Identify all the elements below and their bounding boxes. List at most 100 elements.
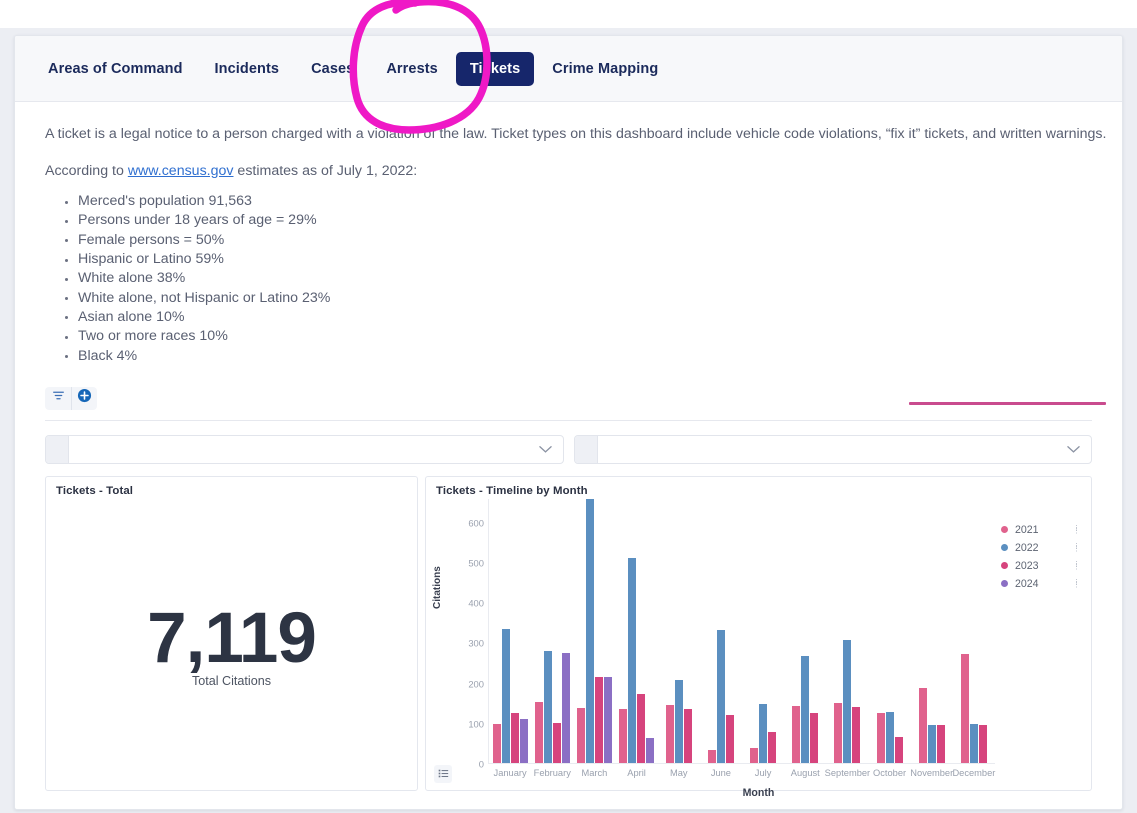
bar-2024-april[interactable] — [646, 738, 655, 763]
tab-incidents[interactable]: Incidents — [201, 52, 294, 86]
bar-group — [954, 499, 994, 763]
bar-2022-january[interactable] — [501, 629, 510, 763]
widget-title-timeline: Tickets - Timeline by Month — [436, 484, 588, 497]
intro-paragraph: A ticket is a legal notice to a person c… — [45, 126, 1107, 142]
bar-2023-october[interactable] — [894, 736, 903, 763]
x-tick-label: November — [910, 767, 954, 778]
bar-2022-july[interactable] — [759, 704, 768, 763]
bar-2022-march[interactable] — [585, 499, 594, 763]
bar-2022-october[interactable] — [885, 712, 894, 763]
bar-2023-june[interactable] — [725, 715, 734, 763]
tab-arrests[interactable]: Arrests — [372, 52, 451, 86]
bar-group — [827, 499, 867, 763]
bar-2023-november[interactable] — [936, 724, 945, 763]
y-tick-label: 300 — [468, 637, 484, 649]
plot-area: January February March April May June July Augu… — [488, 498, 995, 778]
filter-icon — [52, 389, 65, 407]
bar-2022-june[interactable] — [716, 630, 725, 763]
bar-group — [659, 499, 699, 763]
drag-handle-icon[interactable]: ⋮ ⋮ — [1073, 525, 1080, 535]
bar-2021-february[interactable] — [534, 701, 543, 763]
list-view-icon[interactable] — [434, 764, 452, 783]
bar-chart: Citations 0 100 200 300 400 500 600 January Feb… — [426, 498, 1091, 799]
y-tick-label: 600 — [468, 517, 484, 529]
tab-areas-of-command[interactable]: Areas of Command — [34, 52, 197, 86]
bar-2023-july[interactable] — [768, 731, 777, 763]
tab-bar: Areas of Command Incidents Cases Arrests Tic… — [15, 36, 1122, 102]
bar-2021-april[interactable] — [619, 708, 628, 763]
y-tick-label: 400 — [468, 597, 484, 609]
stat-item: White alone, not Hispanic or Latino 23% — [65, 289, 1107, 308]
y-tick-label: 500 — [468, 557, 484, 569]
drag-handle-icon[interactable]: ⋮ ⋮ — [1073, 579, 1080, 589]
bar-2023-september[interactable] — [852, 707, 861, 763]
stat-item: Female persons = 50% — [65, 231, 1107, 250]
legend-label: 2023 — [1015, 559, 1039, 572]
tab-cases[interactable]: Cases — [297, 52, 368, 86]
bar-2021-october[interactable] — [876, 713, 885, 763]
legend-item-2023[interactable]: 2023 ⋮ ⋮ — [1001, 557, 1080, 575]
bar-2021-june[interactable] — [707, 749, 716, 763]
stat-item: Persons under 18 years of age = 29% — [65, 211, 1107, 230]
census-link[interactable]: www.census.gov — [128, 163, 234, 179]
drag-handle-icon[interactable]: ⋮ ⋮ — [1073, 543, 1080, 553]
x-axis-label: Month — [742, 786, 775, 799]
filter-row — [45, 434, 1092, 464]
kpi-value: 7,119 — [147, 598, 317, 678]
stat-item: Merced's population 91,563 — [65, 192, 1107, 211]
bar-2023-august[interactable] — [810, 713, 819, 763]
filter-label-year — [46, 435, 69, 463]
bar-2024-february[interactable] — [561, 653, 570, 763]
y-axis-label: Citations — [432, 566, 443, 609]
legend-item-2024[interactable]: 2024 ⋮ ⋮ — [1001, 575, 1080, 593]
bar-2023-december[interactable] — [978, 724, 987, 763]
widget-tickets-total: Tickets - Total 7,119 Total Citations — [45, 475, 418, 791]
bar-group — [490, 499, 530, 763]
widget-title-total: Tickets - Total — [56, 484, 134, 497]
bar-2021-december[interactable] — [960, 654, 969, 763]
stat-item: Asian alone 10% — [65, 308, 1107, 327]
bar-2022-september[interactable] — [843, 640, 852, 763]
bar-2022-august[interactable] — [801, 655, 810, 763]
bar-group — [574, 499, 614, 763]
add-filter-button[interactable] — [71, 386, 97, 410]
bar-2023-january[interactable] — [510, 713, 519, 763]
x-tick-label: June — [710, 767, 731, 778]
bar-2021-july[interactable] — [750, 747, 759, 763]
bar-2023-february[interactable] — [552, 723, 561, 763]
chevron-down-icon — [538, 445, 552, 454]
legend-item-2021[interactable]: 2021 ⋮ ⋮ — [1001, 521, 1080, 539]
source-line: According to www.census.gov estimates as… — [45, 161, 1107, 182]
bar-2021-january[interactable] — [492, 723, 501, 763]
chevron-down-icon — [1067, 445, 1080, 454]
tab-crime-mapping[interactable]: Crime Mapping — [538, 52, 672, 86]
tab-tickets[interactable]: Tickets — [455, 51, 535, 86]
bar-2022-may[interactable] — [674, 679, 683, 763]
bar-2022-november[interactable] — [927, 725, 936, 763]
filter-year[interactable] — [45, 434, 564, 464]
drag-handle-icon[interactable]: ⋮ ⋮ — [1073, 561, 1080, 571]
bar-group — [785, 499, 825, 763]
bar-2023-april[interactable] — [637, 693, 646, 763]
bar-group — [532, 499, 572, 763]
bar-2024-january[interactable] — [519, 718, 528, 763]
legend-label: 2021 — [1015, 523, 1039, 536]
bar-2021-august[interactable] — [792, 705, 801, 763]
filter-button[interactable] — [45, 387, 71, 410]
bar-2023-may[interactable] — [683, 709, 692, 763]
widget-row: Tickets - Total 7,119 Total Citations Ti… — [45, 475, 1092, 799]
bar-2022-february[interactable] — [543, 651, 552, 763]
bar-2023-march[interactable] — [594, 677, 603, 763]
bar-2022-april[interactable] — [628, 557, 637, 763]
bar-group — [743, 499, 783, 763]
bar-2024-march[interactable] — [603, 676, 612, 763]
bar-2021-may[interactable] — [665, 705, 674, 763]
bar-2021-november[interactable] — [918, 688, 927, 763]
filter-month[interactable] — [573, 434, 1092, 464]
bar-2022-december[interactable] — [969, 723, 978, 763]
kpi-caption: Total Citations — [191, 674, 272, 689]
legend-item-2022[interactable]: 2022 ⋮ ⋮ — [1001, 539, 1080, 557]
bar-2021-march[interactable] — [576, 707, 585, 763]
bar-2021-september[interactable] — [834, 702, 843, 763]
x-tick-label: May — [669, 767, 688, 778]
